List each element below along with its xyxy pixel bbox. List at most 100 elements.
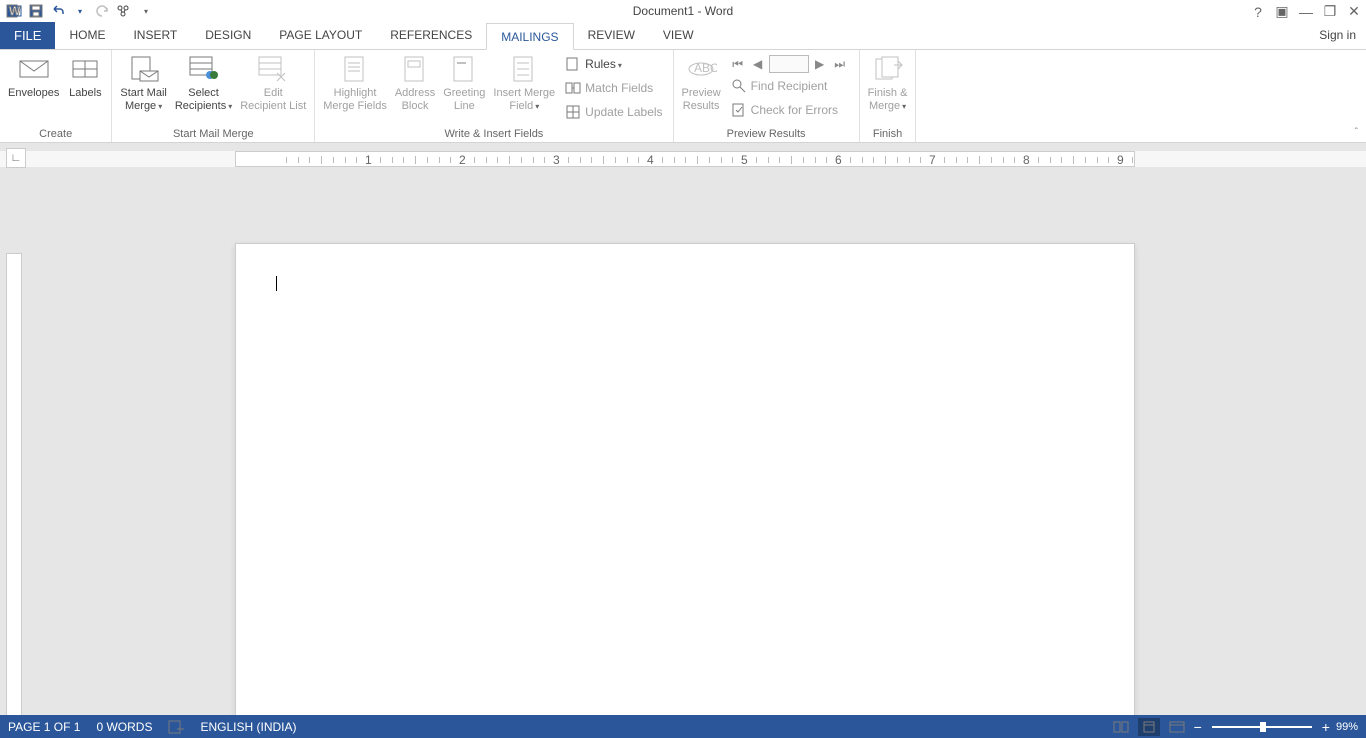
labels-label: Labels bbox=[69, 87, 101, 100]
greeting-line-label: GreetingLine bbox=[443, 87, 485, 113]
select-recipients-label: SelectRecipients bbox=[175, 87, 232, 113]
greeting-line-button: GreetingLine bbox=[439, 51, 489, 123]
tab-mailings[interactable]: MAILINGS bbox=[486, 23, 573, 50]
update-labels-button[interactable]: Update Labels bbox=[563, 101, 664, 123]
check-errors-button[interactable]: Check for Errors bbox=[729, 99, 851, 121]
preview-results-button: ABCD PreviewResults bbox=[678, 51, 725, 123]
document-page[interactable] bbox=[235, 243, 1135, 715]
edit-recipient-list-icon bbox=[257, 53, 289, 85]
zoom-in-button[interactable]: + bbox=[1322, 719, 1330, 735]
tab-view[interactable]: VIEW bbox=[649, 22, 708, 49]
ribbon-tabs: FILE HOME INSERT DESIGN PAGE LAYOUT REFE… bbox=[0, 23, 1366, 50]
group-start-mail-merge: Start MailMerge SelectRecipients EditRec… bbox=[112, 50, 315, 142]
undo-button[interactable] bbox=[48, 1, 68, 21]
envelopes-button[interactable]: Envelopes bbox=[4, 51, 63, 123]
read-mode-icon[interactable] bbox=[1110, 718, 1132, 736]
labels-icon bbox=[69, 53, 101, 85]
print-layout-icon[interactable] bbox=[1138, 718, 1160, 736]
record-navigation: ⏮ ◀ ▶ ⏭ bbox=[729, 53, 851, 73]
undo-dropdown[interactable]: ▾ bbox=[70, 1, 90, 21]
maximize-icon[interactable]: ❐ bbox=[1322, 3, 1338, 20]
group-write-insert-label: Write & Insert Fields bbox=[319, 127, 668, 142]
ribbon-display-options-icon[interactable]: ▣ bbox=[1274, 3, 1290, 20]
match-fields-label: Match Fields bbox=[585, 81, 653, 95]
svg-text:W: W bbox=[9, 4, 21, 18]
minimize-icon[interactable]: — bbox=[1298, 4, 1314, 20]
start-mail-merge-button[interactable]: Start MailMerge bbox=[116, 51, 170, 123]
insert-merge-field-icon bbox=[508, 53, 540, 85]
finish-merge-button: Finish &Merge bbox=[864, 51, 912, 123]
edit-recipient-list-label: EditRecipient List bbox=[240, 87, 306, 113]
finish-merge-icon bbox=[872, 53, 904, 85]
rules-label: Rules bbox=[585, 57, 622, 71]
edit-recipient-list-button: EditRecipient List bbox=[236, 51, 310, 123]
last-record-icon[interactable]: ⏭ bbox=[831, 55, 849, 73]
horizontal-ruler[interactable]: ∟ 123456789 bbox=[0, 151, 1366, 167]
group-preview-results: ABCD PreviewResults ⏮ ◀ ▶ ⏭ Find Recipie… bbox=[674, 50, 860, 142]
address-block-icon bbox=[399, 53, 431, 85]
qat-more-dropdown[interactable]: ▾ bbox=[136, 1, 156, 21]
preview-results-label: PreviewResults bbox=[682, 87, 721, 113]
document-area: ∟ 123456789 bbox=[0, 143, 1366, 715]
tab-insert[interactable]: INSERT bbox=[119, 22, 191, 49]
update-labels-icon bbox=[565, 104, 581, 120]
tab-review[interactable]: REVIEW bbox=[574, 22, 649, 49]
zoom-slider[interactable] bbox=[1212, 726, 1312, 728]
window-title: Document1 - Word bbox=[0, 4, 1366, 18]
close-icon[interactable]: ✕ bbox=[1346, 3, 1362, 20]
greeting-line-icon bbox=[448, 53, 480, 85]
insert-merge-field-label: Insert MergeField bbox=[493, 87, 555, 113]
zoom-percentage[interactable]: 99% bbox=[1336, 721, 1358, 733]
match-fields-button[interactable]: Match Fields bbox=[563, 77, 664, 99]
group-create-label: Create bbox=[4, 127, 107, 142]
word-count[interactable]: 0 WORDS bbox=[96, 720, 152, 734]
find-recipient-icon bbox=[731, 78, 747, 94]
rules-button[interactable]: Rules bbox=[563, 53, 664, 75]
redo-button[interactable] bbox=[92, 1, 112, 21]
prev-record-icon[interactable]: ◀ bbox=[749, 55, 767, 73]
envelope-icon bbox=[18, 53, 50, 85]
insert-merge-field-button: Insert MergeField bbox=[489, 51, 559, 123]
ribbon-body: Envelopes Labels Create Start MailMerg bbox=[0, 50, 1366, 143]
first-record-icon[interactable]: ⏮ bbox=[729, 55, 747, 73]
check-errors-icon bbox=[731, 102, 747, 118]
start-mail-merge-label: Start MailMerge bbox=[120, 87, 166, 113]
address-block-button: AddressBlock bbox=[391, 51, 439, 123]
start-mail-merge-icon bbox=[128, 53, 160, 85]
update-labels-label: Update Labels bbox=[585, 105, 662, 119]
collapse-ribbon-icon[interactable]: ˆ bbox=[1355, 127, 1358, 138]
highlight-merge-fields-icon bbox=[339, 53, 371, 85]
zoom-out-button[interactable]: − bbox=[1194, 719, 1202, 735]
preview-results-icon: ABCD bbox=[685, 53, 717, 85]
tab-home[interactable]: HOME bbox=[55, 22, 119, 49]
customize-qat[interactable] bbox=[114, 1, 134, 21]
language-indicator[interactable]: ENGLISH (INDIA) bbox=[200, 720, 296, 734]
tab-references[interactable]: REFERENCES bbox=[376, 22, 486, 49]
tab-file[interactable]: FILE bbox=[0, 22, 55, 49]
group-start-mail-merge-label: Start Mail Merge bbox=[116, 127, 310, 142]
text-cursor bbox=[276, 276, 277, 291]
spelling-status[interactable] bbox=[168, 720, 184, 734]
labels-button[interactable]: Labels bbox=[63, 51, 107, 123]
find-recipient-label: Find Recipient bbox=[751, 79, 828, 93]
vertical-ruler[interactable] bbox=[6, 143, 22, 715]
match-fields-icon bbox=[565, 80, 581, 96]
tab-page-layout[interactable]: PAGE LAYOUT bbox=[265, 22, 376, 49]
save-button[interactable] bbox=[26, 1, 46, 21]
title-bar: W ▾ ▾ Document1 - Word ? ▣ — ❐ ✕ bbox=[0, 0, 1366, 23]
highlight-merge-fields-button: HighlightMerge Fields bbox=[319, 51, 391, 123]
find-recipient-button[interactable]: Find Recipient bbox=[729, 75, 851, 97]
page-indicator[interactable]: PAGE 1 OF 1 bbox=[8, 720, 80, 734]
select-recipients-button[interactable]: SelectRecipients bbox=[171, 51, 236, 123]
help-icon[interactable]: ? bbox=[1250, 4, 1266, 20]
tab-design[interactable]: DESIGN bbox=[191, 22, 265, 49]
web-layout-icon[interactable] bbox=[1166, 718, 1188, 736]
sign-in-link[interactable]: Sign in bbox=[1319, 28, 1356, 42]
record-number-input[interactable] bbox=[769, 55, 809, 73]
group-write-insert: HighlightMerge Fields AddressBlock Greet… bbox=[315, 50, 673, 142]
select-recipients-icon bbox=[188, 53, 220, 85]
group-create: Envelopes Labels Create bbox=[0, 50, 112, 142]
next-record-icon[interactable]: ▶ bbox=[811, 55, 829, 73]
app-icon: W bbox=[4, 1, 24, 21]
rules-icon bbox=[565, 56, 581, 72]
